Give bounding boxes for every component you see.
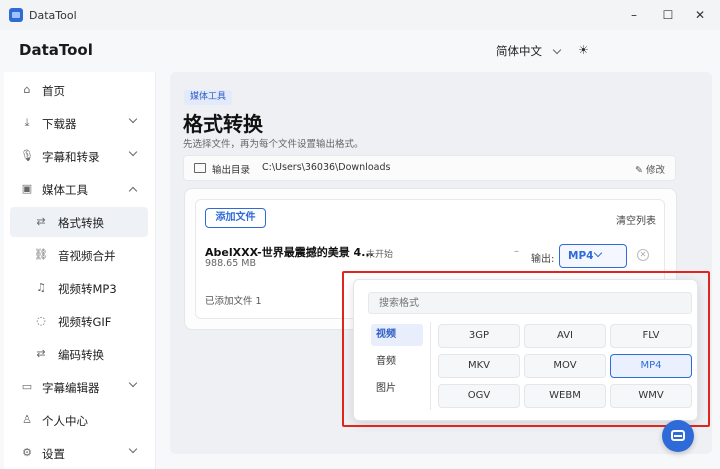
- output-dir-path: C:\Users\36036\Downloads: [262, 162, 391, 173]
- language-select[interactable]: 简体中文: [496, 43, 562, 59]
- output-format-select[interactable]: MP4: [559, 244, 627, 268]
- link-icon: ⛓: [34, 248, 48, 261]
- user-icon: ♙: [22, 413, 32, 426]
- sidebar-item-label: 媒体工具: [42, 183, 88, 197]
- sidebar: ⌂ 首页 ⤓ 下载器 🎙 字幕和转录 ▣ 媒体工具 ⇄ 格式转换 ⛓ 音视频合并…: [4, 72, 156, 469]
- title-bar: DataTool – ☐ ✕: [0, 0, 720, 30]
- sidebar-item-label: 格式转换: [58, 216, 104, 230]
- progress-dash: –: [514, 246, 519, 257]
- home-icon: ⌂: [23, 83, 31, 96]
- sidebar-item-label: 个人中心: [42, 414, 88, 428]
- brand-title: DataTool: [19, 41, 93, 59]
- sidebar-item-video-to-gif[interactable]: ◌ 视频转GIF: [10, 306, 148, 336]
- language-label: 简体中文: [496, 44, 542, 58]
- sidebar-item-settings[interactable]: ⚙ 设置: [10, 438, 148, 468]
- chevron-down-icon: [128, 114, 138, 124]
- chevron-down-icon: [128, 147, 138, 157]
- video-icon: ▣: [21, 182, 33, 195]
- sidebar-item-home[interactable]: ⌂ 首页: [10, 75, 148, 105]
- folder-icon: [194, 163, 206, 173]
- sidebar-item-label: 编码转换: [58, 348, 104, 362]
- theme-toggle-icon[interactable]: ☀: [578, 43, 589, 57]
- added-file-count: 已添加文件 1: [205, 296, 262, 307]
- sidebar-item-label: 设置: [42, 447, 65, 461]
- sidebar-item-downloader[interactable]: ⤓ 下载器: [10, 108, 148, 138]
- sidebar-item-label: 字幕编辑器: [42, 381, 100, 395]
- mic-icon: 🎙: [20, 149, 34, 162]
- sidebar-item-video-to-mp3[interactable]: ♫ 视频转MP3: [10, 273, 148, 303]
- file-status: 未开始: [366, 250, 394, 260]
- chat-icon-line: [674, 435, 682, 437]
- minimize-button[interactable]: –: [624, 7, 644, 23]
- annotation-highlight-box: [342, 271, 710, 427]
- subtitle-icon: ▭: [21, 380, 33, 393]
- section-tag: 媒体工具: [184, 90, 233, 105]
- download-icon: ⤓: [24, 116, 30, 129]
- chevron-down-icon: [552, 45, 562, 54]
- sidebar-item-media-tools[interactable]: ▣ 媒体工具: [10, 174, 148, 204]
- sidebar-item-label: 音视频合并: [58, 249, 116, 263]
- sidebar-item-label: 首页: [42, 84, 65, 98]
- output-format-label: 输出:: [531, 254, 555, 265]
- selected-format-value: MP4: [568, 250, 594, 262]
- gear-icon: ⚙: [22, 446, 32, 459]
- app-logo-icon: [9, 8, 23, 22]
- app-header: DataTool 简体中文 ☀: [0, 30, 720, 72]
- page-title: 格式转换: [183, 112, 263, 136]
- bulb-icon: ◌: [36, 314, 46, 327]
- chat-support-button[interactable]: [662, 420, 694, 452]
- sidebar-item-label: 字幕和转录: [42, 150, 100, 164]
- chevron-down-icon: [128, 444, 138, 454]
- swap-icon: ⇄: [36, 347, 46, 360]
- sidebar-item-label: 下载器: [42, 117, 77, 131]
- chevron-down-icon: [128, 378, 138, 388]
- remove-file-icon[interactable]: ✕: [637, 249, 649, 261]
- output-directory-bar: 输出目录 C:\Users\36036\Downloads ✎ 修改: [183, 155, 676, 181]
- window-title: DataTool: [29, 8, 77, 22]
- chevron-down-icon: [593, 248, 603, 258]
- page-subtitle: 先选择文件，再为每个文件设置输出格式。: [183, 139, 364, 150]
- sidebar-item-subtitles-transcription[interactable]: 🎙 字幕和转录: [10, 141, 148, 171]
- add-file-button[interactable]: 添加文件: [205, 208, 266, 228]
- sidebar-item-av-merge[interactable]: ⛓ 音视频合并: [10, 240, 148, 270]
- maximize-button[interactable]: ☐: [658, 7, 678, 23]
- sidebar-item-subtitle-editor[interactable]: ▭ 字幕编辑器: [10, 372, 148, 402]
- chevron-up-icon: [128, 186, 138, 196]
- edit-output-dir-button[interactable]: ✎ 修改: [635, 162, 665, 176]
- sidebar-item-format-convert[interactable]: ⇄ 格式转换: [10, 207, 148, 237]
- clear-list-button[interactable]: 清空列表: [616, 212, 656, 227]
- sidebar-item-label: 视频转GIF: [58, 315, 112, 329]
- swap-icon: ⇄: [36, 215, 46, 228]
- sidebar-item-label: 视频转MP3: [58, 282, 117, 296]
- close-button[interactable]: ✕: [690, 7, 710, 23]
- music-icon: ♫: [36, 281, 46, 294]
- file-size: 988.65 MB: [205, 258, 256, 269]
- edit-label: 修改: [645, 165, 665, 176]
- output-dir-label: 输出目录: [212, 165, 251, 176]
- sidebar-item-profile[interactable]: ♙ 个人中心: [10, 405, 148, 435]
- sidebar-item-encoding-convert[interactable]: ⇄ 编码转换: [10, 339, 148, 369]
